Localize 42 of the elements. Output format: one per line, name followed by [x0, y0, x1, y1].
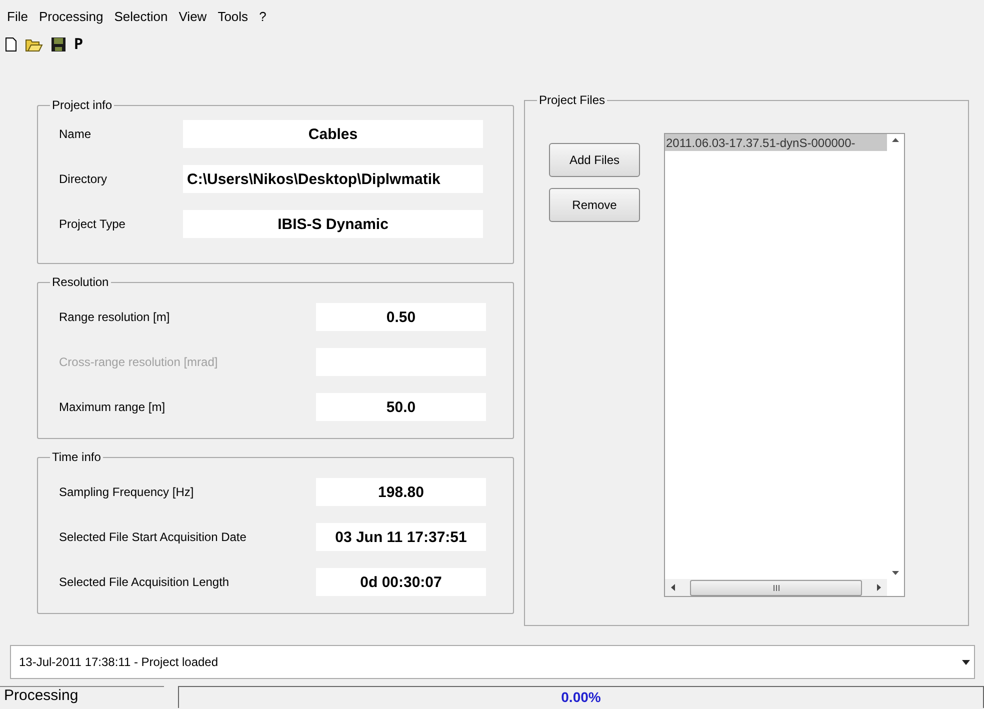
value-field: 198.80 — [316, 478, 486, 506]
group-title: Project Files — [538, 93, 606, 107]
value-field: 50.0 — [316, 393, 486, 421]
value-field: 0.50 — [316, 303, 486, 331]
group-title: Resolution — [51, 275, 110, 289]
field-label: Directory — [59, 172, 108, 186]
menu-item[interactable]: Selection — [114, 9, 168, 31]
file-list[interactable]: 2011.06.03-17.37.51-dynS-000000- — [664, 133, 905, 597]
field-label: Sampling Frequency [Hz] — [59, 485, 195, 499]
field-label: Selected File Start Acquisition Date — [59, 530, 248, 544]
add-files-button[interactable]: Add Files — [549, 143, 640, 177]
folder-icon[interactable] — [25, 36, 43, 52]
value-field: 03 Jun 11 17:37:51 — [316, 523, 486, 551]
file-list-item[interactable]: 2011.06.03-17.37.51-dynS-000000- — [665, 134, 887, 151]
group-title: Project info — [51, 98, 114, 112]
dropdown-arrow-icon[interactable] — [962, 660, 970, 664]
field-label: Project Type — [59, 217, 126, 231]
grip-icon — [772, 584, 780, 590]
value-field: 0d 00:30:07 — [316, 568, 486, 596]
scroll-left-icon[interactable] — [671, 584, 675, 591]
field-label: Maximum range [m] — [59, 400, 166, 414]
menu-item[interactable]: Tools — [218, 9, 248, 31]
value-field: IBIS-S Dynamic — [183, 210, 483, 238]
remove-button[interactable]: Remove — [549, 188, 640, 222]
new-file-icon[interactable] — [5, 36, 17, 52]
field-label: Name — [59, 127, 92, 141]
menu-item[interactable]: Processing — [38, 9, 104, 31]
scroll-up-icon[interactable] — [892, 138, 899, 142]
menu-item[interactable]: ? — [259, 9, 266, 31]
p-icon[interactable]: P — [74, 36, 84, 52]
menu-item[interactable]: File — [7, 9, 28, 31]
menu-item[interactable]: View — [178, 9, 207, 31]
field-label: Selected File Acquisition Length — [59, 575, 230, 589]
field-label: Range resolution [m] — [59, 310, 171, 324]
scrollbar-thumb[interactable] — [690, 580, 862, 596]
scroll-down-icon[interactable] — [892, 571, 899, 575]
value-field: Cables — [183, 120, 483, 148]
value-field: C:\Users\Nikos\Desktop\Diplwmatik — [183, 165, 483, 193]
group-title: Time info — [51, 450, 102, 464]
scroll-right-icon[interactable] — [877, 584, 881, 591]
field-label: Cross-range resolution [mrad] — [59, 355, 219, 369]
log-dropdown[interactable]: 13-Jul-2011 17:38:11 - Project loaded — [10, 645, 975, 679]
